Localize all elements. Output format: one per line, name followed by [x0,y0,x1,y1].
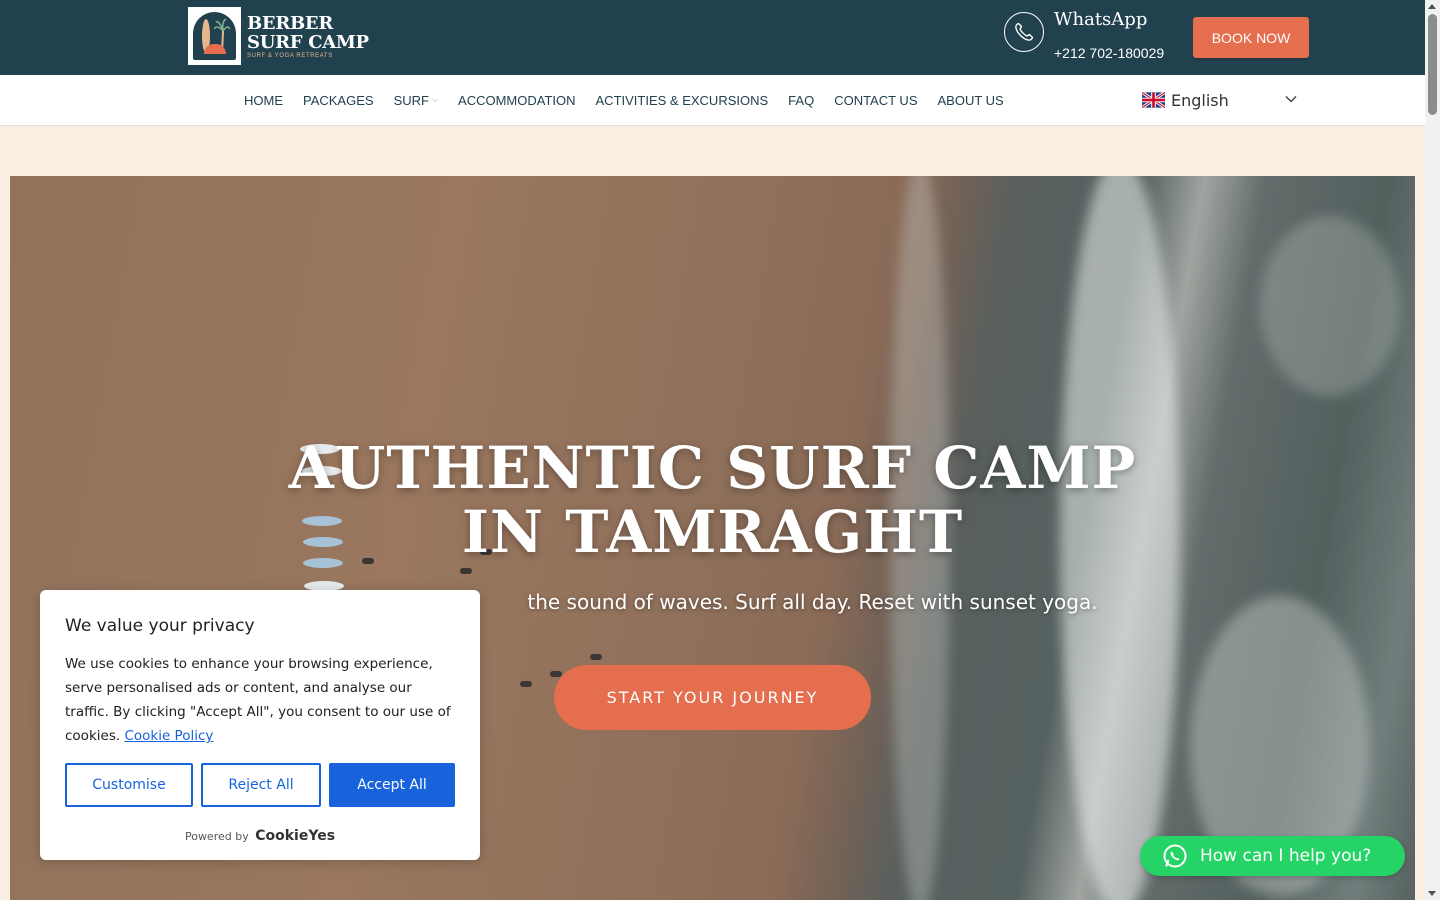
surfer [590,654,602,660]
logo-badge-icon [188,7,241,65]
language-label: English [1171,90,1229,110]
phone-icon[interactable] [1004,12,1044,52]
nav-item-label: ABOUT US [937,92,1004,108]
hero-title-line1: AUTHENTIC SURF CAMP [288,434,1137,502]
chevron-down-icon: ⌵ [431,95,439,104]
scroll-up-icon[interactable] [1428,4,1436,9]
cookie-consent-dialog: We value your privacy We use cookies to … [40,590,480,860]
nav-item-label: SURF [393,92,429,108]
nav-item-label: ACCOMMODATION [458,92,576,108]
nav-item-activities[interactable]: ACTIVITIES & EXCURSIONS [596,93,769,108]
surfer [520,681,532,687]
nav-item-about[interactable]: ABOUT US [938,93,1004,108]
cookie-body: We use cookies to enhance your browsing … [65,652,455,748]
nav-item-label: CONTACT US [834,92,918,108]
logo-tagline: SURF & YOGA RETREATS [247,52,333,59]
reject-all-button[interactable]: Reject All [201,763,321,807]
whatsapp-chat-button[interactable]: How can I help you? [1140,836,1405,876]
cookie-policy-link[interactable]: Cookie Policy [124,728,213,744]
hero-title-line2: IN TAMRAGHT [461,498,964,566]
surfer [550,671,562,677]
main-navbar: HOME PACKAGES SURF ⌵ ACCOMMODATION ACTIVI… [0,75,1425,126]
wave-foam [1260,216,1400,396]
nav-item-label: FAQ [788,92,815,108]
cookieyes-logo[interactable]: CookieYes [255,828,335,844]
nav-item-label: ACTIVITIES & EXCURSIONS [595,92,769,108]
nav-item-accommodation[interactable]: ACCOMMODATION [458,93,575,108]
surfer [460,568,472,574]
nav-item-label: HOME [244,92,283,108]
site-logo[interactable]: BERBER SURF CAMP SURF & YOGA RETREATS [188,7,369,65]
cookie-title: We value your privacy [65,616,255,636]
whatsapp-phone[interactable]: +212 702-180029 [1054,45,1164,61]
scrollbar-thumb[interactable] [1428,14,1437,115]
customise-button[interactable]: Customise [65,763,193,807]
accept-all-button[interactable]: Accept All [329,763,455,807]
nav-item-home[interactable]: HOME [244,93,283,108]
book-now-button[interactable]: BOOK NOW [1193,17,1309,58]
top-header: BERBER SURF CAMP SURF & YOGA RETREATS Wh… [0,0,1425,75]
logo-line2: SURF CAMP [247,31,369,53]
start-journey-button[interactable]: START YOUR JOURNEY [554,665,871,730]
nav-item-contact[interactable]: CONTACT US [834,93,917,108]
powered-by: Powered by CookieYes [40,828,480,844]
chat-label: How can I help you? [1200,846,1372,866]
nav-item-faq[interactable]: FAQ [788,93,814,108]
logo-text: BERBER SURF CAMP SURF & YOGA RETREATS [247,14,369,59]
hero-subtitle-text: the sound of waves. Surf all day. Reset … [527,590,1098,614]
hero-title: AUTHENTIC SURF CAMP IN TAMRAGHT [10,436,1415,564]
nav-item-surf[interactable]: SURF ⌵ [394,93,438,108]
scroll-down-icon[interactable] [1428,891,1436,896]
page-scrollbar[interactable] [1425,0,1440,900]
uk-flag-icon [1142,92,1165,108]
main-nav: HOME PACKAGES SURF ⌵ ACCOMMODATION ACTIVI… [244,75,1024,125]
cookie-buttons: Customise Reject All Accept All [65,763,455,807]
nav-item-packages[interactable]: PACKAGES [303,93,374,108]
language-selector[interactable]: English [1142,88,1300,112]
nav-item-label: PACKAGES [303,92,374,108]
whatsapp-icon [1163,844,1187,868]
powered-by-label: Powered by [184,830,249,843]
whatsapp-label: WhatsApp [1054,9,1148,30]
logo-line1: BERBER [247,12,333,34]
chevron-down-icon [1285,95,1297,103]
cookie-body-text: We use cookies to enhance your browsing … [65,656,451,744]
